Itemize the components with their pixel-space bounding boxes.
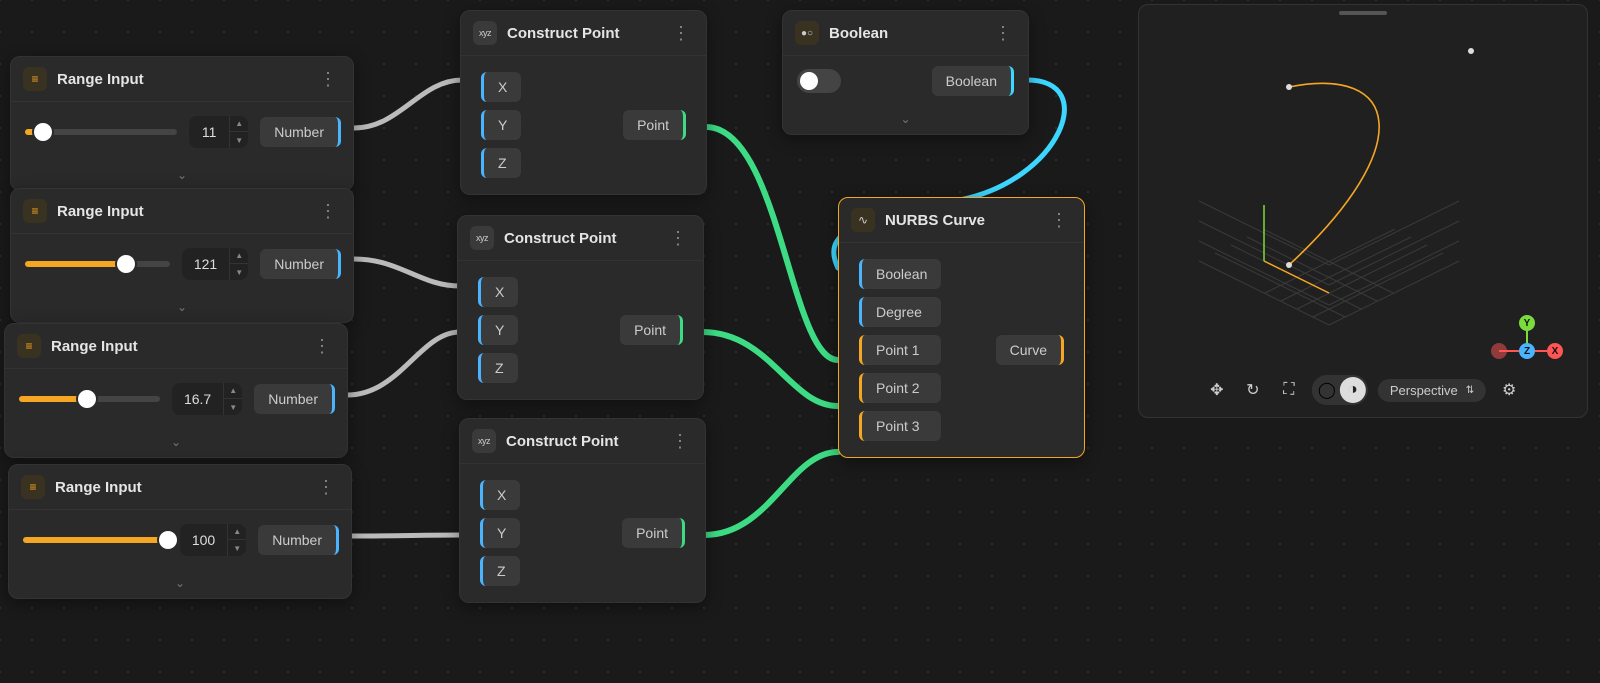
- chevron-updown-icon: ⇅: [1466, 385, 1474, 396]
- step-up-icon[interactable]: ▲: [228, 524, 246, 540]
- range-slider[interactable]: [25, 261, 170, 267]
- node-title: Range Input: [57, 71, 305, 88]
- output-port-number[interactable]: Number: [254, 384, 335, 414]
- more-icon[interactable]: ⋮: [990, 23, 1016, 44]
- axis-y-handle[interactable]: Y: [1519, 315, 1535, 331]
- projection-select[interactable]: Perspective⇅: [1378, 379, 1486, 402]
- node-title: Range Input: [57, 203, 305, 220]
- range-slider[interactable]: [25, 129, 177, 135]
- axis-x-handle[interactable]: X: [1547, 343, 1563, 359]
- node-title: Range Input: [51, 338, 299, 355]
- input-port-point-2[interactable]: Point 2: [859, 373, 941, 403]
- node-title: NURBS Curve: [885, 212, 1036, 229]
- range-value-input[interactable]: 100 ▲▼: [180, 524, 246, 556]
- node-construct-point-1[interactable]: xyz Construct Point ⋮ X Y Z Point: [460, 10, 707, 195]
- more-icon[interactable]: ⋮: [668, 23, 694, 44]
- output-port-number[interactable]: Number: [258, 525, 339, 555]
- node-title: Boolean: [829, 25, 980, 42]
- reset-view-icon[interactable]: ↻: [1240, 377, 1266, 403]
- xyz-icon: xyz: [473, 21, 497, 45]
- node-nurbs-curve[interactable]: ∿ NURBS Curve ⋮ Boolean Degree Point 1 P…: [838, 197, 1085, 458]
- more-icon[interactable]: ⋮: [315, 69, 341, 90]
- step-down-icon[interactable]: ▼: [230, 132, 248, 148]
- node-construct-point-3[interactable]: xyz Construct Point ⋮ X Y Z Point: [459, 418, 706, 603]
- input-port-x[interactable]: X: [480, 480, 520, 510]
- input-port-y[interactable]: Y: [481, 110, 521, 140]
- curve-icon: ∿: [851, 208, 875, 232]
- input-port-degree[interactable]: Degree: [859, 297, 941, 327]
- node-range-input-3[interactable]: ≡ Range Input ⋮ 16.7 ▲▼ Number ⌄: [4, 323, 348, 458]
- input-port-point-1[interactable]: Point 1: [859, 335, 941, 365]
- xyz-icon: xyz: [470, 226, 494, 250]
- node-title: Construct Point: [504, 230, 655, 247]
- more-icon[interactable]: ⋮: [313, 477, 339, 498]
- axis-z-handle[interactable]: Z: [1519, 343, 1535, 359]
- more-icon[interactable]: ⋮: [309, 336, 335, 357]
- input-port-x[interactable]: X: [478, 277, 518, 307]
- input-port-z[interactable]: Z: [478, 353, 518, 383]
- input-port-y[interactable]: Y: [478, 315, 518, 345]
- sliders-icon: ≡: [23, 199, 47, 223]
- boolean-toggle[interactable]: [797, 69, 841, 93]
- step-up-icon[interactable]: ▲: [230, 248, 248, 264]
- node-title: Construct Point: [506, 433, 657, 450]
- viewport-panel[interactable]: Y Z X ✥ ↻ ⛶ ◯ ◑ Perspective⇅ ⚙: [1138, 4, 1588, 418]
- fullscreen-icon[interactable]: ⛶: [1276, 377, 1302, 403]
- xyz-icon: xyz: [472, 429, 496, 453]
- range-value-input[interactable]: 121 ▲▼: [182, 248, 248, 280]
- input-port-boolean[interactable]: Boolean: [859, 259, 941, 289]
- shading-toggle[interactable]: ◯ ◑: [1312, 375, 1368, 405]
- output-port-point[interactable]: Point: [623, 110, 686, 140]
- wireframe-option[interactable]: ◯: [1314, 377, 1340, 403]
- node-construct-point-2[interactable]: xyz Construct Point ⋮ X Y Z Point: [457, 215, 704, 400]
- output-port-point[interactable]: Point: [620, 315, 683, 345]
- node-boolean[interactable]: ●○ Boolean ⋮ Boolean ⌄: [782, 10, 1029, 135]
- step-down-icon[interactable]: ▼: [230, 264, 248, 280]
- step-up-icon[interactable]: ▲: [224, 383, 242, 399]
- more-icon[interactable]: ⋮: [315, 201, 341, 222]
- step-down-icon[interactable]: ▼: [224, 399, 242, 415]
- input-port-y[interactable]: Y: [480, 518, 520, 548]
- output-port-curve[interactable]: Curve: [996, 335, 1064, 365]
- chevron-down-icon[interactable]: ⌄: [5, 429, 347, 457]
- more-icon[interactable]: ⋮: [665, 228, 691, 249]
- step-up-icon[interactable]: ▲: [230, 116, 248, 132]
- node-range-input-2[interactable]: ≡ Range Input ⋮ 121 ▲▼ Number ⌄: [10, 188, 354, 323]
- output-port-point[interactable]: Point: [622, 518, 685, 548]
- node-title: Range Input: [55, 479, 303, 496]
- input-port-x[interactable]: X: [481, 72, 521, 102]
- sliders-icon: ≡: [21, 475, 45, 499]
- step-down-icon[interactable]: ▼: [228, 540, 246, 556]
- sliders-icon: ≡: [23, 67, 47, 91]
- axis-neg-x-handle[interactable]: [1491, 343, 1507, 359]
- input-port-point-3[interactable]: Point 3: [859, 411, 941, 441]
- more-icon[interactable]: ⋮: [667, 431, 693, 452]
- input-port-z[interactable]: Z: [480, 556, 520, 586]
- settings-gear-icon[interactable]: ⚙: [1496, 377, 1522, 403]
- axis-gizmo[interactable]: Y Z X: [1487, 319, 1567, 369]
- output-port-number[interactable]: Number: [260, 249, 341, 279]
- boolean-icon: ●○: [795, 21, 819, 45]
- node-range-input-4[interactable]: ≡ Range Input ⋮ 100 ▲▼ Number ⌄: [8, 464, 352, 599]
- node-range-input-1[interactable]: ≡ Range Input ⋮ 11 ▲▼ Number ⌄: [10, 56, 354, 191]
- sliders-icon: ≡: [17, 334, 41, 358]
- range-value-input[interactable]: 16.7 ▲▼: [172, 383, 242, 415]
- range-slider[interactable]: [23, 537, 168, 543]
- shaded-option[interactable]: ◑: [1340, 377, 1366, 403]
- chevron-down-icon[interactable]: ⌄: [783, 106, 1028, 134]
- more-icon[interactable]: ⋮: [1046, 210, 1072, 231]
- chevron-down-icon[interactable]: ⌄: [9, 570, 351, 598]
- output-port-number[interactable]: Number: [260, 117, 341, 147]
- viewport-toolbar: ✥ ↻ ⛶ ◯ ◑ Perspective⇅ ⚙: [1204, 375, 1522, 405]
- orbit-icon[interactable]: ✥: [1204, 377, 1230, 403]
- chevron-down-icon[interactable]: ⌄: [11, 162, 353, 190]
- output-port-boolean[interactable]: Boolean: [932, 66, 1014, 96]
- input-port-z[interactable]: Z: [481, 148, 521, 178]
- chevron-down-icon[interactable]: ⌄: [11, 294, 353, 322]
- node-title: Construct Point: [507, 25, 658, 42]
- range-value-input[interactable]: 11 ▲▼: [189, 116, 248, 148]
- range-slider[interactable]: [19, 396, 160, 402]
